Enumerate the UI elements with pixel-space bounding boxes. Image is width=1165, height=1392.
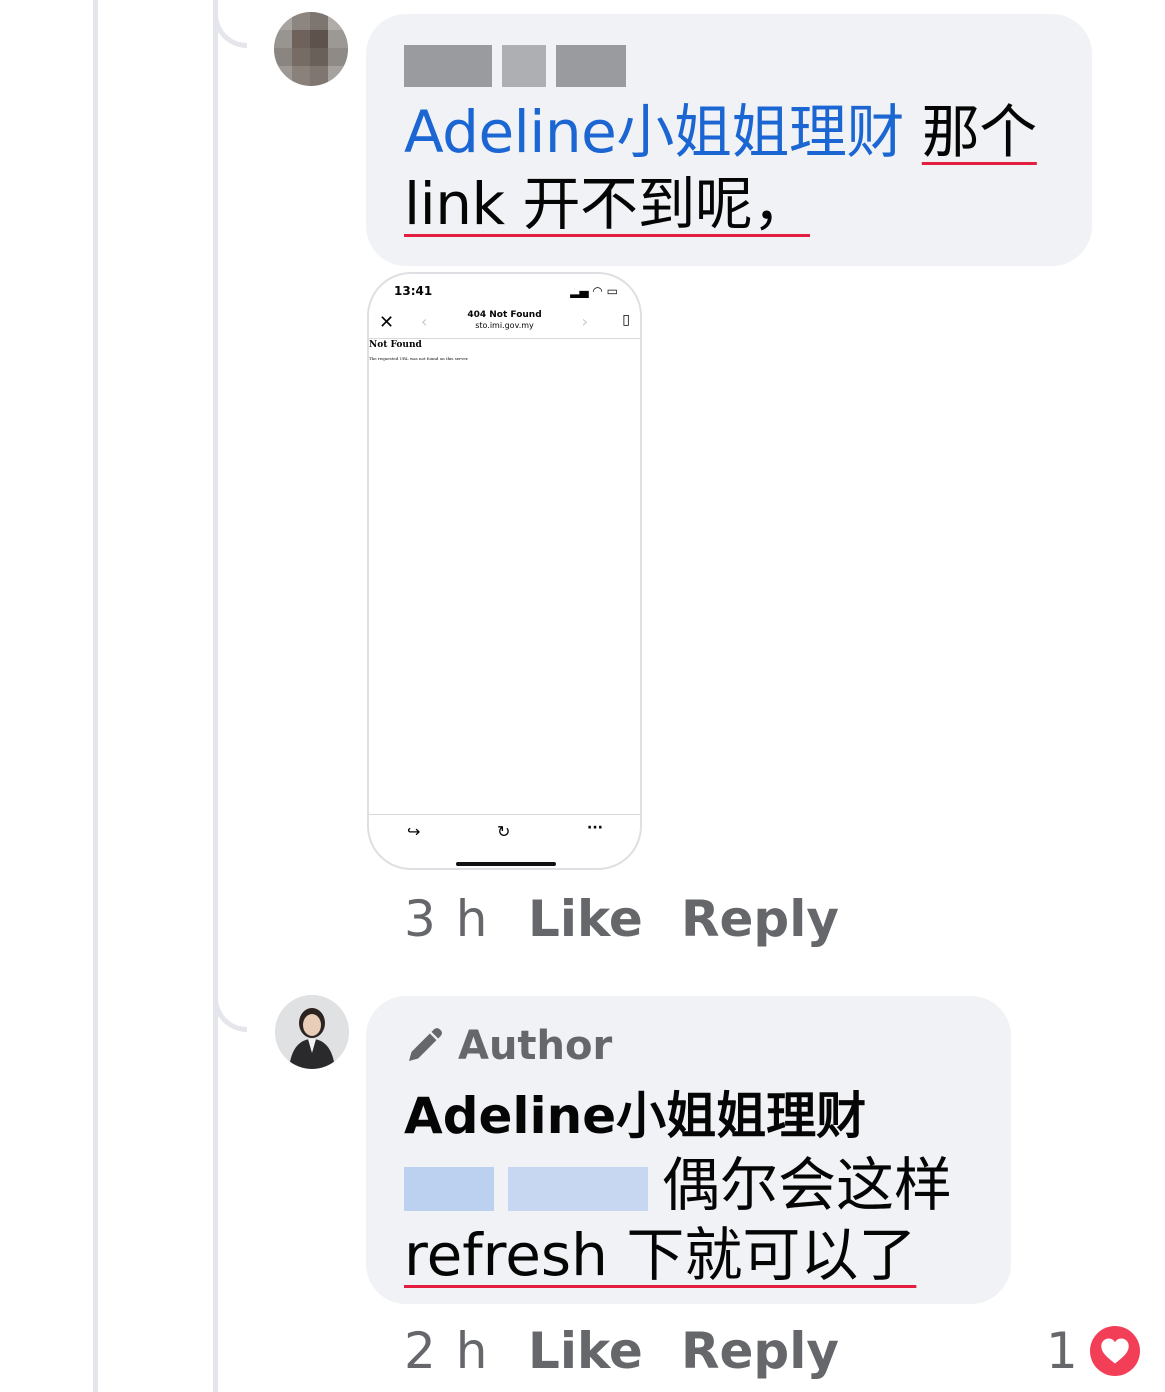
thread-connector [213,12,247,48]
commenter-name-blurred[interactable] [404,42,1054,90]
comment-text-line2: refresh 下就可以了 [404,1221,917,1289]
reload-icon: ↻ [497,822,511,841]
author-badge: Author [404,1018,973,1074]
mention-link-blurred[interactable] [404,1166,648,1211]
comment-text-line2: link 开不到呢， [404,170,811,238]
status-icons: ▂▄ ◠ ▭ [570,284,618,298]
comment-text-line1: 偶尔会这样 [662,1151,953,1219]
author-badge-label: Author [458,1023,613,1069]
error-message: The requested URL was not found on this … [369,356,469,361]
pencil-icon [409,1028,442,1061]
author-name[interactable]: Adeline小姐姐理财 [404,1086,973,1146]
image-attachment[interactable]: 13:41 ▂▄ ◠ ▭ ✕ ‹ 404 Not Found sto.imi.g… [367,272,642,870]
forward-icon: › [581,312,588,331]
reaction-count: 1 [1046,1322,1078,1380]
author-avatar[interactable] [275,995,349,1069]
more-icon: ··· [587,820,603,836]
reply-button[interactable]: Reply [681,890,839,948]
reactions[interactable]: 1 [1046,1322,1140,1380]
like-button[interactable]: Like [528,890,681,948]
reply-button[interactable]: Reply [681,1322,839,1380]
comment-actions: 2 h Like Reply [404,1322,839,1380]
comment-text: Adeline小姐姐理财 那个 link 开不到呢， [404,96,1054,240]
like-button[interactable]: Like [528,1322,681,1380]
browser-page-url: sto.imi.gov.my [475,321,534,330]
comment-text-line1: 那个 [921,98,1038,166]
home-indicator [456,862,556,866]
browser-page-title: 404 Not Found [467,310,542,320]
avatar[interactable] [274,12,348,86]
heart-icon [1089,1326,1140,1376]
share-icon: ↪ [407,822,421,841]
comment-bubble[interactable]: Adeline小姐姐理财 那个 link 开不到呢， [366,14,1092,266]
comment-actions: 3 h Like Reply [404,890,839,948]
bookmark-icon: ▯ [622,312,630,328]
thread-connector [213,996,247,1032]
mention-link[interactable]: Adeline小姐姐理财 [404,98,904,166]
timestamp[interactable]: 3 h [404,890,528,948]
comment-bubble[interactable]: Author Adeline小姐姐理财 偶尔会这样 refresh 下就可以了 [366,996,1011,1304]
divider [369,814,640,815]
divider [369,338,640,339]
comment-text: 偶尔会这样 refresh 下就可以了 [404,1150,973,1290]
thread-line-outer [93,0,98,1392]
status-time: 13:41 [394,284,433,298]
thread-line-inner [213,0,218,1392]
timestamp[interactable]: 2 h [404,1322,528,1380]
error-heading: Not Found [369,340,422,350]
